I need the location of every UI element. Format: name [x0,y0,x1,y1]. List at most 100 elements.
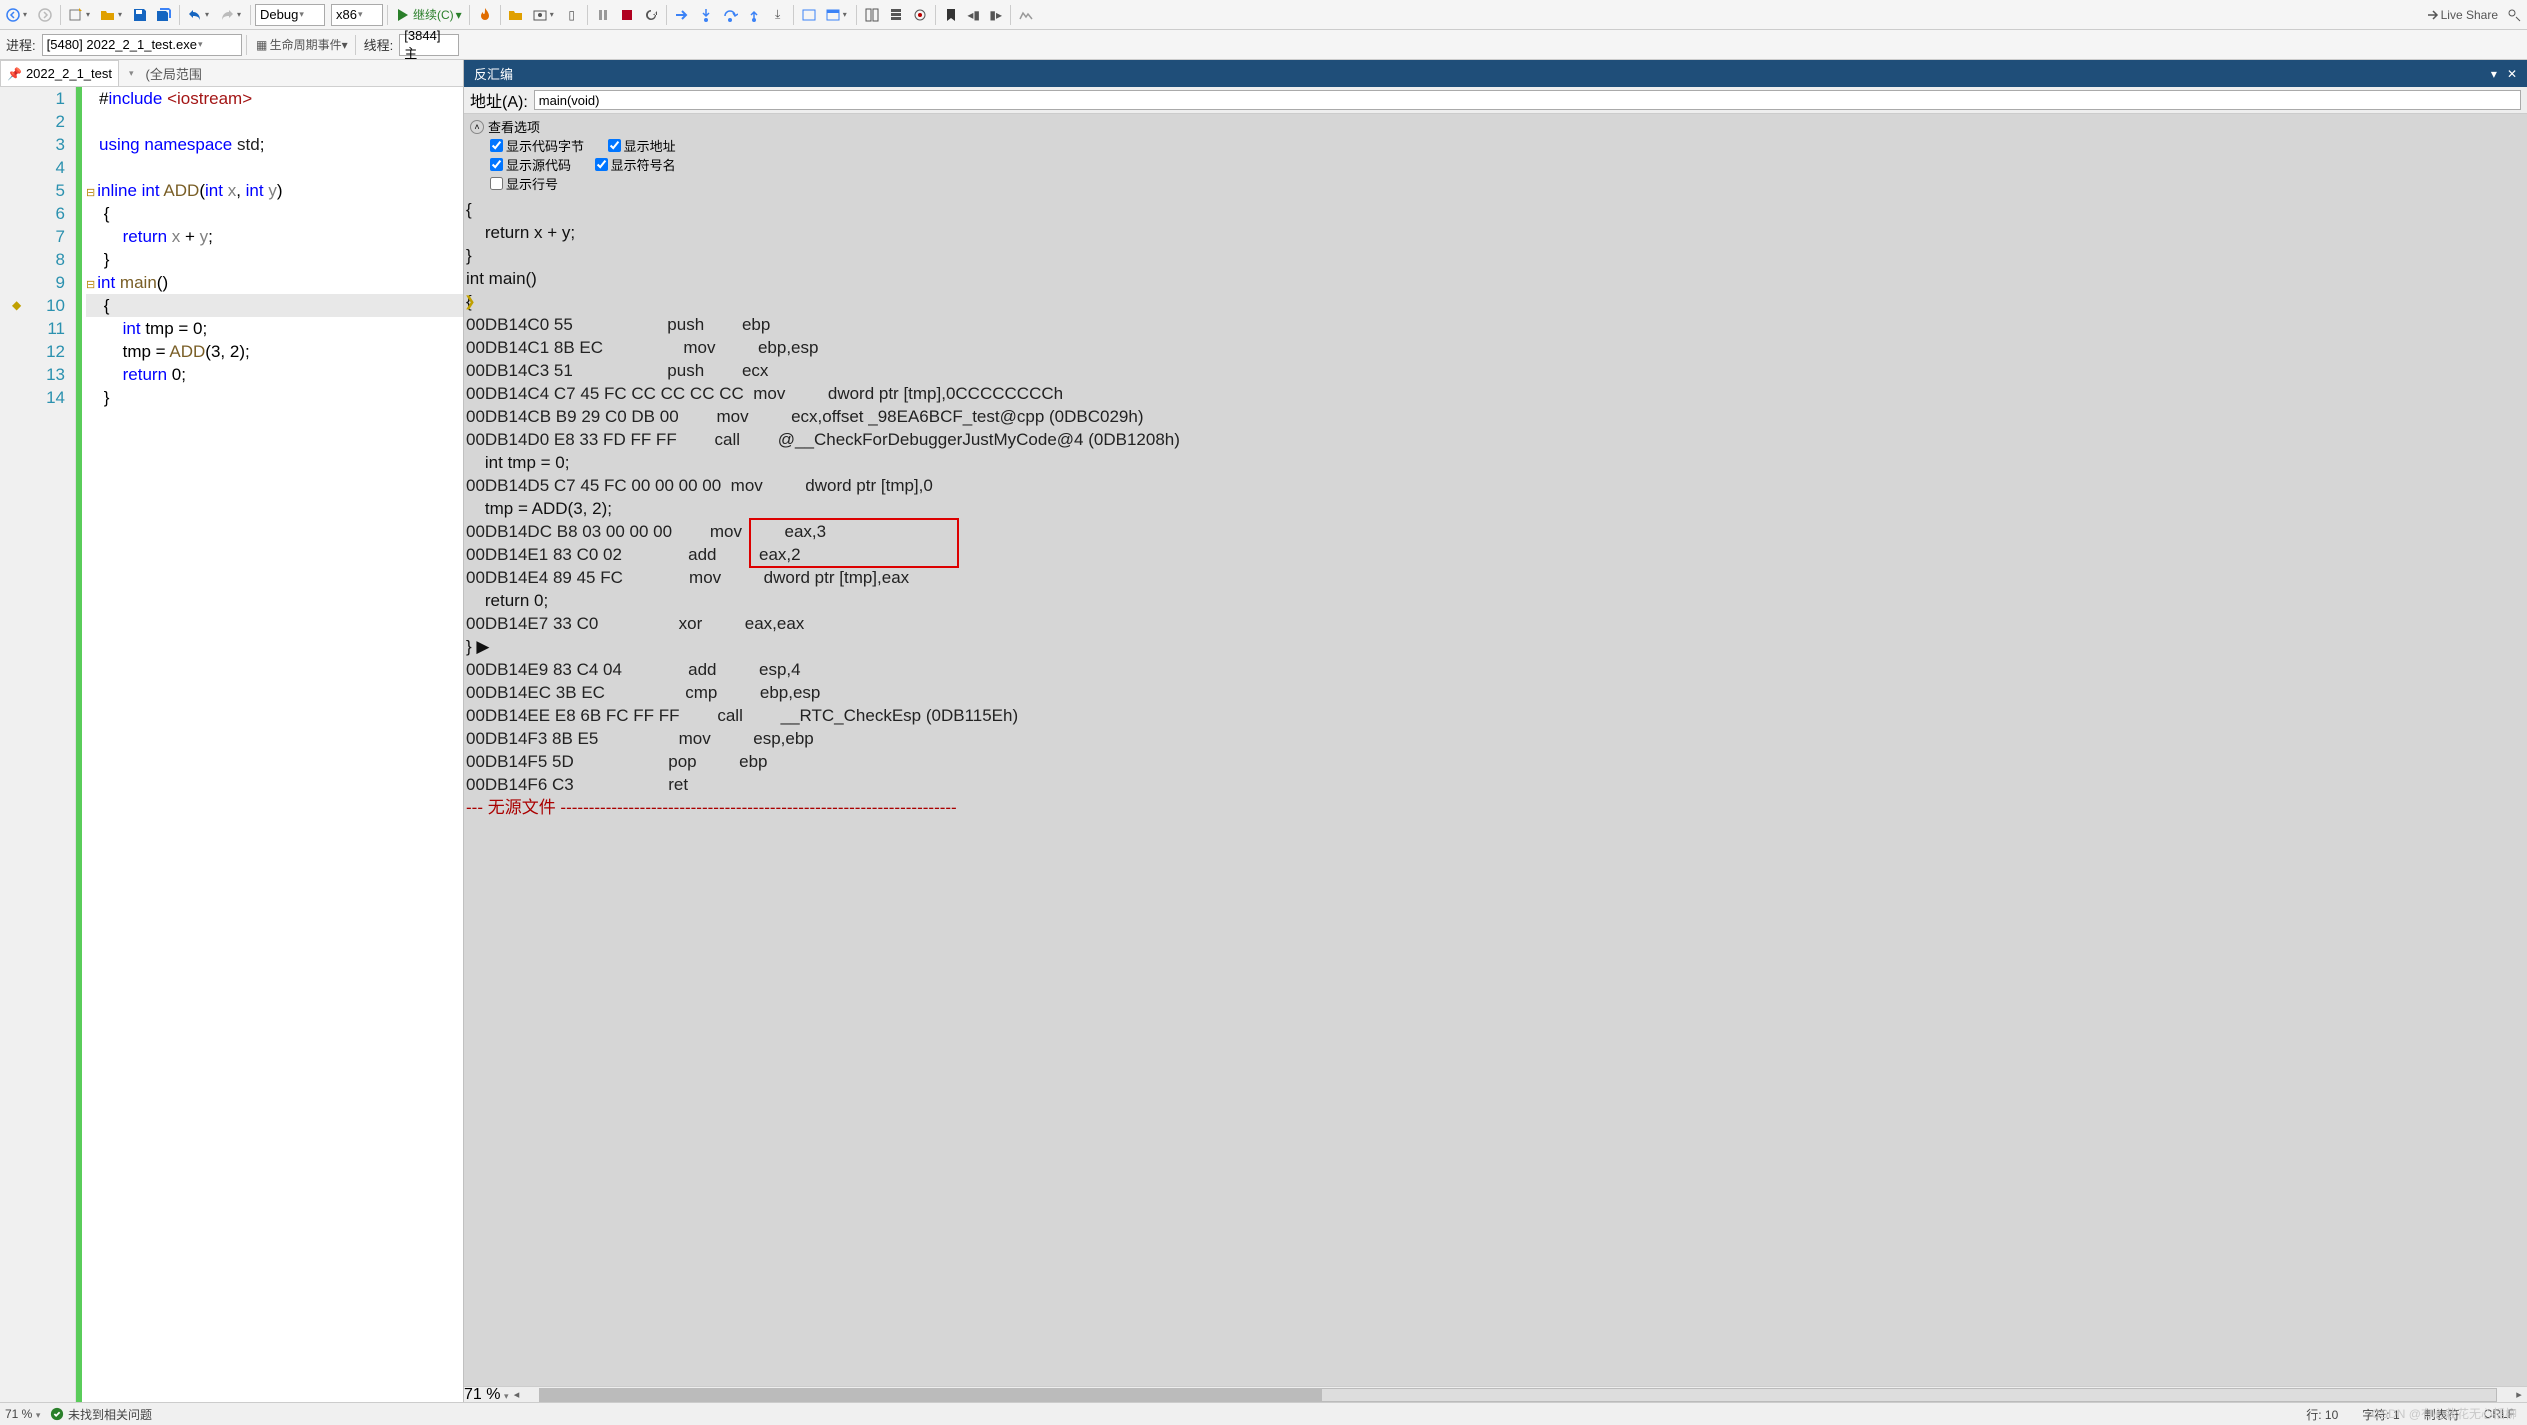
restart-button[interactable] [640,4,662,26]
code-line[interactable]: tmp = ADD(3, 2); [86,340,463,363]
code-line[interactable]: } [86,386,463,409]
platform-select[interactable]: x86▾ [331,4,383,26]
code-line[interactable]: #include <iostream> [86,87,463,110]
next-bookmark-button: ▮▸ [986,4,1006,26]
watch-icon[interactable]: ▾ [822,4,852,26]
disasm-line[interactable]: } ▶ [466,635,2527,658]
step-out-button[interactable] [743,4,765,26]
nav-back-button[interactable]: ▾ [2,4,32,26]
prev-bookmark-button: ◂▮ [964,4,984,26]
disasm-line[interactable]: 00DB14E9 83 C4 04 add esp,4 [466,658,2527,681]
diagnostics-button[interactable] [1015,4,1037,26]
disasm-line[interactable]: 00DB14EE E8 6B FC FF FF call __RTC_Check… [466,704,2527,727]
disasm-line[interactable]: 00DB14DC B8 03 00 00 00 mov eax,3 [466,520,2527,543]
threads-icon[interactable] [861,4,883,26]
code-line[interactable] [86,110,463,133]
chk-code-bytes[interactable]: 显示代码字节 [490,136,584,155]
disasm-line[interactable]: } [466,244,2527,267]
open-folder-button[interactable] [505,4,527,26]
disasm-line[interactable]: 00DB14C0 55 push ebp [466,313,2527,336]
undo-button[interactable]: ▾ [184,4,214,26]
chk-show-addr[interactable]: 显示地址 [608,136,676,155]
chk-symbol[interactable]: 显示符号名 [595,155,676,174]
disasm-line[interactable]: 00DB14E1 83 C0 02 add eax,2 [466,543,2527,566]
disasm-line[interactable]: { [466,198,2527,221]
status-line[interactable]: 行: 10 [2294,1406,2350,1423]
disasm-line[interactable]: 00DB14C1 8B EC mov ebp,esp [466,336,2527,359]
nav-fwd-button[interactable] [34,4,56,26]
snapshot-button[interactable]: ▾ [529,4,559,26]
disasm-body[interactable]: { return x + y;}int main(){❯00DB14C0 55 … [464,196,2527,1386]
collapse-options-icon[interactable]: ˄ [470,120,484,134]
stack-icon[interactable] [885,4,907,26]
disasm-zoom[interactable]: 71 % ▾ [464,1386,509,1403]
save-button[interactable] [129,4,151,26]
disasm-line[interactable]: 00DB14F5 5D pop ebp [466,750,2527,773]
disasm-line[interactable]: 00DB14F3 8B E5 mov esp,ebp [466,727,2527,750]
disasm-line[interactable]: 00DB14C4 C7 45 FC CC CC CC CC mov dword … [466,382,2527,405]
view-options-label: 查看选项 [488,117,540,136]
code-line[interactable] [86,156,463,179]
code-line[interactable]: using namespace std; [86,133,463,156]
step-over-button[interactable] [719,4,741,26]
thread-select[interactable]: [3844] 主 [399,34,459,56]
breakpoints-icon[interactable] [909,4,931,26]
autos-icon[interactable] [798,4,820,26]
address-input[interactable] [534,90,2521,110]
code-line[interactable]: } [86,248,463,271]
disasm-line[interactable]: 00DB14D0 E8 33 FD FF FF call @__CheckFor… [466,428,2527,451]
redo-button[interactable]: ▾ [216,4,246,26]
scope-label[interactable]: (全局范围 [140,60,208,86]
source-tab[interactable]: 📌 2022_2_1_test [0,60,119,86]
status-bar: 71 % ▾ 未找到相关问题 行: 10 字符: 1 制表符 CRLF CSDN… [0,1402,2527,1425]
code-line[interactable]: ⊟int main() [86,271,463,294]
dropdown-icon[interactable]: ▾ [2491,67,2497,81]
code-line[interactable]: ⊟inline int ADD(int x, int y) [86,179,463,202]
chk-show-src[interactable]: 显示源代码 [490,155,571,174]
continue-button[interactable]: 继续(C)▾ [392,4,465,26]
code-line[interactable]: {◆ [86,294,463,317]
code-editor[interactable]: 1234567891011121314 #include <iostream> … [0,87,463,1402]
new-project-button[interactable]: ▾ [65,4,95,26]
disasm-line[interactable]: tmp = ADD(3, 2); [466,497,2527,520]
disasm-titlebar: 反汇编 ▾✕ [464,60,2527,87]
disasm-line[interactable]: 00DB14C3 51 push ecx [466,359,2527,382]
pause-button[interactable] [592,4,614,26]
step-into-button[interactable] [695,4,717,26]
code-line[interactable]: int tmp = 0; [86,317,463,340]
lifecycle-events-button: ▦生命周期事件▾ [251,34,351,56]
disasm-line[interactable]: int main() [466,267,2527,290]
run-to-click-button: ⤓ [767,4,789,26]
disasm-line[interactable]: 00DB14CB B9 29 C0 DB 00 mov ecx,offset _… [466,405,2527,428]
disasm-line[interactable]: return 0; [466,589,2527,612]
thread-label: 线程: [360,35,398,54]
show-next-statement-button[interactable] [671,4,693,26]
disasm-line[interactable]: {❯ [466,290,2527,313]
live-share-button[interactable]: Live Share [2422,4,2501,26]
disasm-line[interactable]: return x + y; [466,221,2527,244]
disasm-line[interactable]: 00DB14EC 3B EC cmp ebp,esp [466,681,2527,704]
process-select[interactable]: [5480] 2022_2_1_test.exe▾ [42,34,242,56]
open-button[interactable]: ▾ [97,4,127,26]
disasm-line[interactable]: 00DB14F6 C3 ret [466,773,2527,796]
editor-zoom[interactable]: 71 % ▾ [0,1407,50,1421]
disasm-line[interactable]: --- 无源文件 -------------------------------… [466,796,2527,819]
code-line[interactable]: return x + y; [86,225,463,248]
scope-dropdown[interactable]: ▾ [119,60,140,86]
config-select[interactable]: Debug▾ [255,4,325,26]
disasm-line[interactable]: int tmp = 0; [466,451,2527,474]
disasm-line[interactable]: 00DB14E7 33 C0 xor eax,eax [466,612,2527,635]
stop-button[interactable] [616,4,638,26]
disasm-line[interactable]: 00DB14E4 89 45 FC mov dword ptr [tmp],ea… [466,566,2527,589]
close-icon[interactable]: ✕ [2507,67,2517,81]
save-all-button[interactable] [153,4,175,26]
feedback-button[interactable] [2503,4,2525,26]
issues-indicator[interactable]: 未找到相关问题 [50,1406,152,1423]
bookmark-button[interactable] [940,4,962,26]
chk-line-no[interactable]: 显示行号 [490,174,558,193]
hot-reload-button[interactable] [474,4,496,26]
code-line[interactable]: return 0; [86,363,463,386]
disasm-line[interactable]: 00DB14D5 C7 45 FC 00 00 00 00 mov dword … [466,474,2527,497]
disasm-hscrollbar[interactable]: 71 % ▾ ◂▸ [464,1386,2527,1402]
code-line[interactable]: { [86,202,463,225]
